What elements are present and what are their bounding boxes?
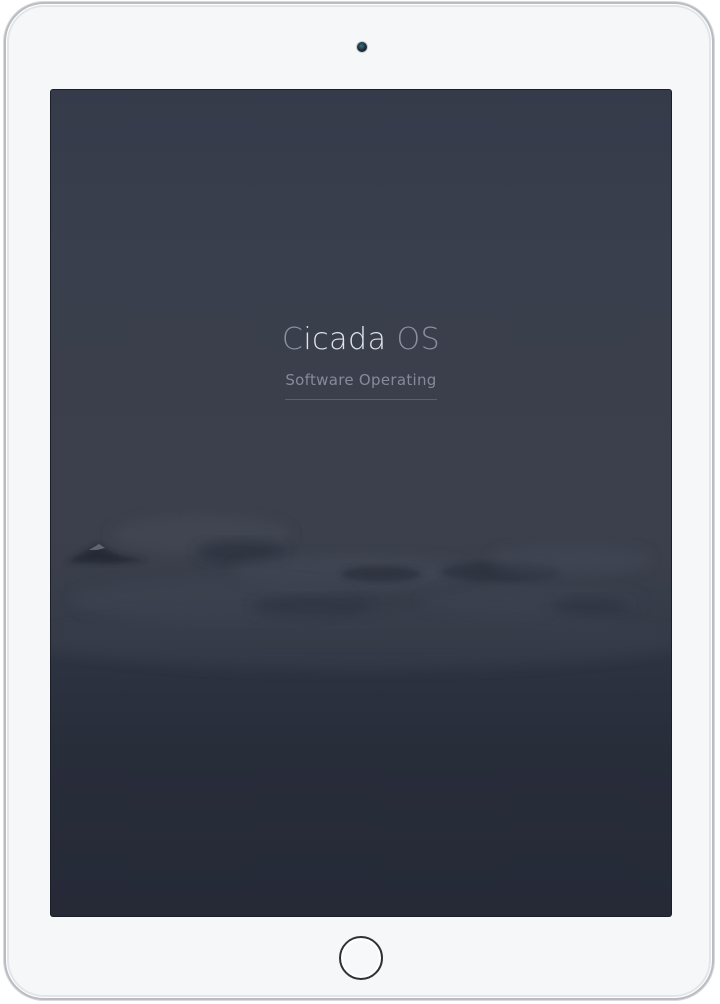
tablet-device-frame: Cicada OS Software Operating — [4, 2, 714, 1000]
home-button[interactable] — [339, 936, 383, 980]
os-title-initial: C — [281, 322, 304, 357]
os-title-accent: OS — [396, 322, 441, 357]
subtitle-divider — [285, 399, 437, 400]
boot-brand: Cicada OS Software Operating — [51, 322, 671, 400]
front-camera — [357, 42, 367, 52]
os-subtitle: Software Operating — [285, 371, 437, 389]
os-title-rest: icada — [303, 322, 387, 357]
os-title: Cicada OS — [282, 322, 440, 357]
mountain-clouds-wallpaper — [51, 515, 671, 670]
screen: Cicada OS Software Operating — [51, 90, 671, 916]
